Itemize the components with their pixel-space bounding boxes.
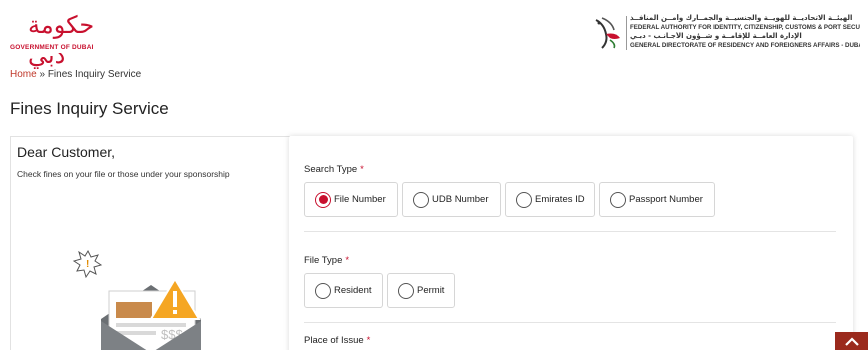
breadcrumb-separator: » xyxy=(36,69,48,80)
search-type-label: Search Type * xyxy=(304,164,364,175)
breadcrumb-current: Fines Inquiry Service xyxy=(47,69,142,80)
authority-line-ar-1: الهيئــة الاتحاديــة للهويــة والجنسيــة… xyxy=(630,14,853,22)
place-of-issue-label-text: Place of Issue xyxy=(304,335,364,346)
greeting-text: Dear Customer, xyxy=(17,144,116,160)
radio-unselected-icon[interactable] xyxy=(610,191,626,208)
government-of-dubai-logo[interactable]: حكومة دبي GOVERNMENT OF DUBAI xyxy=(8,10,98,69)
breadcrumb: Home » Fines Inquiry Service xyxy=(10,69,141,80)
gov-logo-text: GOVERNMENT OF DUBAI xyxy=(10,44,94,51)
radio-unselected-icon[interactable] xyxy=(315,282,331,299)
breadcrumb-home-link[interactable]: Home xyxy=(10,69,37,80)
authority-line-en-2: GENERAL DIRECTORATE OF RESIDENCY AND FOR… xyxy=(630,42,860,49)
search-type-passport-number[interactable]: Passport Number xyxy=(599,182,715,217)
radio-label: Emirates ID xyxy=(535,194,585,205)
authority-line-ar-2: الإدارة العامــة للإقامــة و شــؤون الأج… xyxy=(630,32,802,40)
svg-text:!: ! xyxy=(86,259,89,270)
required-mark: * xyxy=(366,335,371,346)
authority-text: الهيئــة الاتحاديــة للهويــة والجنسيــة… xyxy=(630,14,860,50)
authority-line-en-1: FEDERAL AUTHORITY FOR IDENTITY, CITIZENS… xyxy=(630,24,860,31)
site-header: حكومة دبي GOVERNMENT OF DUBAI الهيئــة ا… xyxy=(0,0,868,69)
scroll-top-button[interactable] xyxy=(835,332,868,350)
logo-divider xyxy=(626,16,627,50)
page-title: Fines Inquiry Service xyxy=(10,99,169,118)
search-type-emirates-id[interactable]: Emirates ID xyxy=(505,182,595,217)
radio-label: Passport Number xyxy=(629,194,703,205)
file-type-label: File Type * xyxy=(304,255,349,266)
file-type-resident[interactable]: Resident xyxy=(304,273,383,308)
file-type-permit[interactable]: Permit xyxy=(387,273,455,308)
radio-unselected-icon[interactable] xyxy=(516,191,532,208)
section-divider xyxy=(304,231,836,232)
falcon-emblem-icon xyxy=(595,17,620,49)
radio-label: Permit xyxy=(417,285,445,296)
intro-description: Check fines on your file or those under … xyxy=(17,169,230,179)
radio-selected-icon[interactable] xyxy=(315,191,331,208)
radio-label: File Number xyxy=(334,194,386,205)
file-type-label-text: File Type xyxy=(304,255,343,266)
place-of-issue-label: Place of Issue * xyxy=(304,335,370,346)
radio-label: Resident xyxy=(334,285,372,296)
radio-label: UDB Number xyxy=(432,194,489,205)
search-type-udb-number[interactable]: UDB Number xyxy=(402,182,501,217)
required-mark: * xyxy=(360,164,364,175)
federal-authority-logo[interactable]: الهيئــة الاتحاديــة للهويــة والجنسيــة… xyxy=(590,12,860,54)
search-type-file-number[interactable]: File Number xyxy=(304,182,398,217)
chevron-up-icon xyxy=(844,337,859,346)
gov-logo-arabic: حكومة دبي xyxy=(28,11,95,69)
intro-panel: Dear Customer, Check fines on your file … xyxy=(10,136,290,350)
inquiry-form: Search Type * File Number UDB Number Emir… xyxy=(289,136,853,350)
required-mark: * xyxy=(345,255,350,266)
alert-burst-icon: ! xyxy=(72,249,103,279)
search-type-label-text: Search Type xyxy=(304,164,358,175)
section-divider xyxy=(304,322,836,323)
radio-unselected-icon[interactable] xyxy=(413,191,429,208)
radio-unselected-icon[interactable] xyxy=(398,282,414,299)
fines-envelope-illustration: ! $$$ xyxy=(72,249,201,350)
